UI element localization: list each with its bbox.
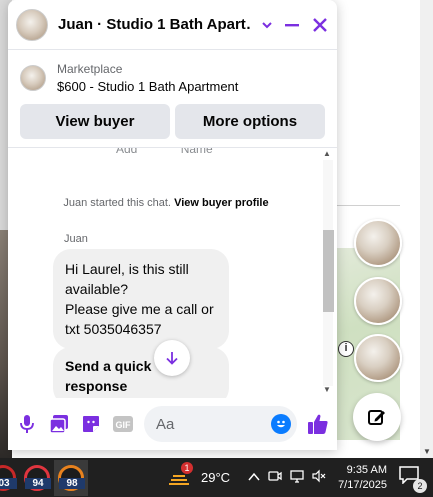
chat-head-avatar-3[interactable] — [354, 334, 402, 382]
message-input-wrapper — [144, 406, 297, 442]
notification-count: 2 — [413, 478, 427, 493]
scroll-up-arrow-icon[interactable]: ▲ — [323, 149, 331, 158]
close-icon[interactable] — [311, 16, 329, 34]
message-bubble[interactable]: Hi Laurel, is this still available? Plea… — [53, 249, 229, 349]
system-tray — [248, 469, 326, 486]
weather-alert-badge: 1 — [181, 461, 194, 474]
more-options-button[interactable]: More options — [175, 104, 325, 139]
listing-source: Marketplace — [57, 61, 123, 76]
message-scrollbar[interactable]: ▲ ▼ — [321, 148, 334, 398]
meet-now-icon[interactable] — [268, 469, 282, 486]
scroll-down-arrow-icon[interactable]: ▼ — [323, 385, 331, 394]
notifications-button[interactable]: 2 — [399, 465, 427, 493]
message-list[interactable]: Add Name Juan started this chat. View bu… — [8, 148, 337, 398]
taskbar: 03 94 98 1 29°C 9:35 AM 7/17/2025 2 — [0, 458, 433, 497]
chat-head-avatar-1[interactable] — [354, 219, 402, 267]
gif-button[interactable]: GIF — [112, 413, 134, 435]
cutoff-labels: Add Name — [116, 148, 253, 156]
scrollbar-thumb[interactable] — [323, 230, 334, 312]
chat-header[interactable]: Juan · Studio 1 Bath Apart… — [8, 0, 337, 50]
listing-thumbnail[interactable] — [20, 64, 46, 91]
volume-muted-icon[interactable] — [312, 469, 326, 486]
listing-summary[interactable]: Marketplace $600 - Studio 1 Bath Apartme… — [8, 50, 337, 96]
info-icon[interactable]: i — [338, 341, 354, 357]
thumbs-up-icon — [308, 414, 328, 434]
clock-date: 7/17/2025 — [338, 478, 387, 491]
listing-title[interactable]: $600 - Studio 1 Bath Apartment — [57, 79, 238, 94]
message-text: Hi Laurel, is this still available? Plea… — [65, 261, 214, 337]
microphone-button[interactable] — [16, 413, 38, 435]
minimize-icon[interactable] — [283, 16, 301, 34]
avatar[interactable] — [16, 8, 48, 41]
sender-name: Juan — [64, 233, 88, 245]
cutoff-label-name: Name — [180, 148, 213, 156]
taskbar-app-label: 98 — [59, 477, 85, 489]
svg-text:GIF: GIF — [116, 420, 132, 430]
chat-head-avatar-2[interactable] — [354, 277, 402, 325]
emoji-button[interactable] — [271, 414, 291, 434]
scroll-to-bottom-button[interactable] — [154, 340, 190, 376]
photo-icon — [49, 415, 68, 434]
arrow-down-icon — [166, 352, 178, 365]
background-divider — [336, 205, 400, 206]
compose-icon — [368, 410, 385, 425]
quick-response-bubble[interactable]: Send a quick response — [53, 347, 229, 398]
new-message-button[interactable] — [353, 393, 401, 441]
taskbar-app-3[interactable]: 98 — [54, 459, 88, 496]
taskbar-app-2[interactable]: 94 — [20, 460, 54, 496]
system-message: Juan started this chat. View buyer profi… — [8, 197, 324, 209]
weather-icon: 1 — [167, 461, 194, 488]
taskbar-app-label: 94 — [25, 477, 51, 489]
sticker-button[interactable] — [80, 413, 102, 435]
message-composer: GIF — [8, 398, 337, 450]
chat-window: Juan · Studio 1 Bath Apart… Marketplace … — [8, 0, 337, 450]
taskbar-app-label: 03 — [0, 477, 17, 489]
system-message-text: Juan started this chat. — [63, 197, 171, 209]
microphone-icon — [20, 415, 34, 433]
page-scroll-down-arrow-icon[interactable]: ▼ — [423, 447, 431, 456]
gauge-icon: 03 — [0, 464, 17, 491]
clock-time: 9:35 AM — [346, 463, 387, 476]
view-buyer-button[interactable]: View buyer — [20, 104, 170, 139]
photo-button[interactable] — [48, 413, 70, 435]
cutoff-label-add: Add — [116, 148, 138, 156]
taskbar-app-1[interactable]: 03 — [0, 460, 20, 496]
message-input[interactable] — [156, 415, 271, 433]
emoji-icon — [277, 420, 285, 428]
action-buttons: View buyer More options — [8, 96, 337, 148]
chevron-up-icon[interactable] — [248, 471, 260, 485]
page-scrollbar[interactable]: ▼ — [420, 0, 433, 458]
chat-title[interactable]: Juan · Studio 1 Bath Apart… — [58, 16, 250, 33]
chevron-down-icon[interactable] — [261, 19, 273, 31]
like-button[interactable] — [307, 413, 329, 435]
clock[interactable]: 9:35 AM 7/17/2025 — [338, 463, 387, 493]
gauge-icon: 94 — [24, 464, 51, 491]
view-buyer-profile-link[interactable]: View buyer profile — [174, 197, 269, 209]
weather-widget[interactable]: 1 29°C — [167, 461, 231, 488]
gauge-icon: 98 — [58, 464, 85, 491]
sticker-icon — [83, 416, 99, 432]
network-icon[interactable] — [290, 469, 304, 486]
weather-temperature: 29°C — [201, 470, 231, 485]
gif-icon: GIF — [113, 416, 133, 432]
